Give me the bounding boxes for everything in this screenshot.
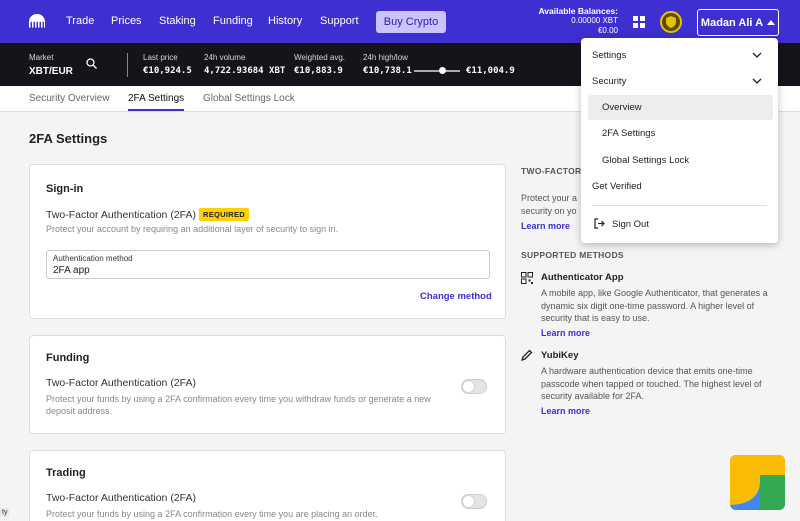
authenticator-app-desc: A mobile app, like Google Authenticator,…	[541, 288, 768, 323]
funding-title: Funding	[46, 352, 90, 364]
menu-divider	[592, 205, 767, 206]
tab-global-settings-lock[interactable]: Global Settings Lock	[203, 93, 295, 104]
chevron-down-icon[interactable]	[752, 52, 762, 58]
left-edge-tag: ty	[0, 508, 10, 517]
trading-card: Trading Two-Factor Authentication (2FA) …	[29, 450, 506, 521]
sign-out-icon[interactable]	[594, 218, 605, 229]
available-balances: Available Balances: 0.00000 XBT €0.00	[538, 6, 618, 36]
intro-learn-more-link[interactable]: Learn more	[521, 221, 570, 231]
high-low-label: 24h high/low	[363, 53, 408, 62]
intro-line-2: security on yo	[521, 206, 577, 216]
nav-trade[interactable]: Trade	[66, 15, 94, 27]
volume-label: 24h volume	[204, 53, 246, 62]
corner-app-logo[interactable]	[730, 455, 785, 510]
trading-title: Trading	[46, 467, 86, 479]
page-title: 2FA Settings	[29, 131, 108, 146]
signin-desc: Protect your account by requiring an add…	[46, 224, 339, 234]
authenticator-app-title: Authenticator App	[541, 272, 624, 283]
market-pair[interactable]: XBT/EUR	[29, 66, 73, 77]
shield-icon[interactable]	[660, 11, 682, 33]
yubikey-icon	[521, 349, 533, 361]
low-value: €10,738.1	[363, 66, 412, 76]
yubikey-desc: A hardware authentication device that em…	[541, 366, 762, 401]
last-price-value: €10,924.5	[143, 66, 192, 76]
menu-sign-out[interactable]: Sign Out	[612, 219, 649, 230]
balances-label: Available Balances:	[538, 6, 618, 16]
nav-support[interactable]: Support	[320, 15, 359, 27]
menu-overview[interactable]: Overview	[602, 102, 642, 113]
signin-title: Sign-in	[46, 183, 84, 195]
weighted-avg-label: Weighted avg.	[294, 53, 345, 62]
balance-xbt: 0.00000 XBT	[571, 16, 618, 25]
menu-2fa-settings[interactable]: 2FA Settings	[602, 128, 655, 139]
ticker-divider	[127, 53, 128, 77]
user-dropdown-menu: Settings Security Overview 2FA Settings …	[581, 38, 778, 243]
top-nav: Trade Prices Staking Funding History Sup…	[0, 0, 800, 43]
tab-security-overview[interactable]: Security Overview	[29, 93, 110, 104]
yubikey-learn-more-link[interactable]: Learn more	[541, 406, 590, 416]
required-badge: REQUIRED	[198, 208, 249, 221]
high-low-range-marker	[439, 67, 447, 74]
funding-2fa-label: Two-Factor Authentication (2FA)	[46, 377, 196, 389]
nav-history[interactable]: History	[268, 15, 302, 27]
funding-desc: Protect your funds by using a 2FA confir…	[46, 394, 431, 416]
menu-get-verified[interactable]: Get Verified	[592, 181, 642, 192]
high-value: €11,004.9	[466, 66, 515, 76]
auth-method-field[interactable]: Authentication method 2FA app	[46, 250, 490, 279]
nav-staking[interactable]: Staking	[159, 15, 196, 27]
auth-method-label: Authentication method	[53, 254, 133, 263]
last-price-label: Last price	[143, 53, 178, 62]
volume-value: 4,722.93684 XBT	[204, 66, 286, 76]
search-icon[interactable]	[86, 58, 97, 69]
kraken-logo-icon[interactable]	[28, 13, 46, 29]
user-menu-button[interactable]: Madan Ali A	[697, 9, 779, 36]
caret-up-icon	[767, 20, 776, 25]
menu-settings[interactable]: Settings	[592, 50, 626, 61]
nav-prices[interactable]: Prices	[111, 15, 142, 27]
buy-crypto-button[interactable]: Buy Crypto	[376, 11, 446, 33]
signin-2fa-label: Two-Factor Authentication (2FA) REQUIRED	[46, 208, 249, 221]
signin-2fa-text: Two-Factor Authentication (2FA)	[46, 209, 196, 221]
tab-2fa-settings[interactable]: 2FA Settings	[128, 93, 184, 104]
yubikey-title: YubiKey	[541, 350, 579, 361]
funding-2fa-toggle[interactable]	[461, 379, 487, 394]
funding-card: Funding Two-Factor Authentication (2FA) …	[29, 335, 506, 434]
auth-learn-more-link[interactable]: Learn more	[541, 328, 590, 338]
weighted-avg-value: €10,883.9	[294, 66, 343, 76]
market-label: Market	[29, 53, 54, 62]
chevron-down-icon[interactable]	[752, 78, 762, 84]
two-factor-heading: TWO-FACTOR	[521, 166, 582, 176]
signin-card: Sign-in Two-Factor Authentication (2FA) R…	[29, 164, 506, 319]
supported-methods-heading: SUPPORTED METHODS	[521, 250, 624, 260]
high-low-range-track	[414, 70, 460, 72]
menu-global-settings-lock[interactable]: Global Settings Lock	[602, 155, 689, 166]
trading-2fa-toggle[interactable]	[461, 494, 487, 509]
user-name: Madan Ali A	[700, 16, 764, 29]
active-tab-indicator	[128, 109, 184, 111]
menu-security[interactable]: Security	[592, 76, 626, 87]
trading-desc: Protect your funds by using a 2FA confir…	[46, 509, 378, 519]
apps-grid-icon[interactable]	[633, 16, 645, 28]
change-method-link[interactable]: Change method	[420, 291, 492, 302]
balance-eur: €0.00	[597, 26, 618, 35]
auth-method-value: 2FA app	[53, 265, 90, 276]
qr-code-icon	[521, 272, 533, 284]
nav-funding[interactable]: Funding	[213, 15, 253, 27]
intro-line-1: Protect your a	[521, 193, 578, 203]
trading-2fa-label: Two-Factor Authentication (2FA)	[46, 492, 196, 504]
